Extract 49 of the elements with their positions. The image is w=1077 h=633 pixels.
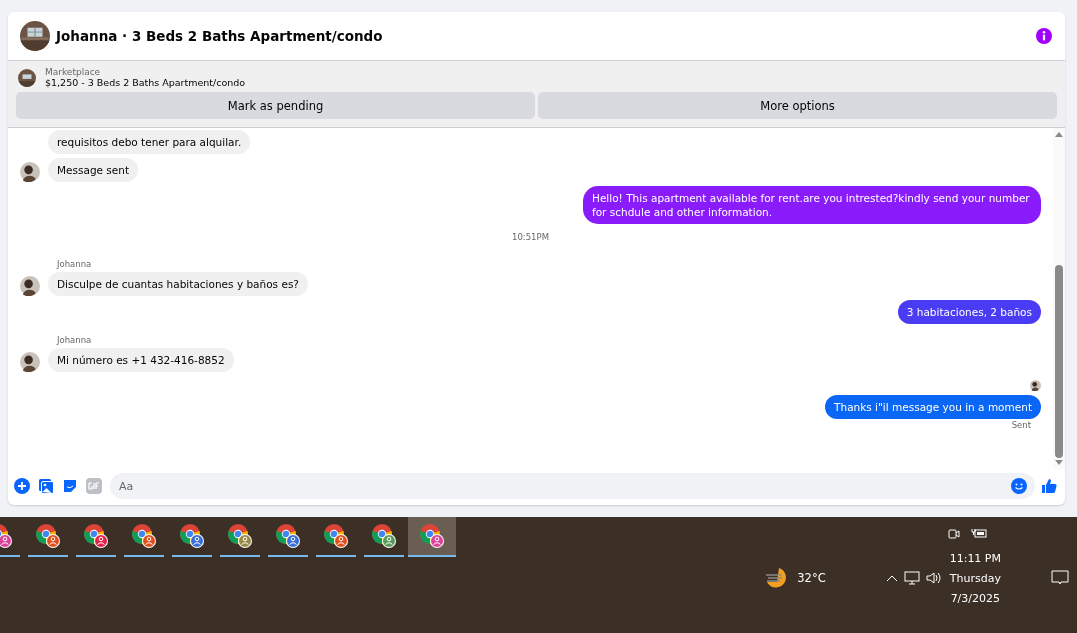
message-field[interactable]: Aa (110, 473, 1035, 499)
sender-name: Johanna (57, 259, 92, 269)
message-bubble: 3 habitaciones, 2 baños (897, 300, 1041, 324)
clock-date[interactable]: 7/3/2025 (950, 591, 1001, 605)
scrollbar-thumb[interactable] (1055, 265, 1063, 458)
sticker-icon[interactable] (62, 478, 78, 494)
message-bubble: Message sent (48, 158, 139, 182)
browser-icon (419, 523, 445, 549)
browser-icon (179, 523, 205, 549)
notification-icon[interactable] (1051, 570, 1069, 586)
browser-icon (323, 523, 349, 549)
browser-icon (83, 523, 109, 549)
action-button[interactable]: More options (538, 92, 1057, 119)
scroll-down-icon[interactable] (1055, 460, 1063, 465)
info-icon[interactable] (1035, 27, 1053, 45)
battery-icon[interactable] (971, 527, 987, 539)
delivery-status: Sent (1011, 420, 1031, 430)
timestamp: 10:51PM (512, 232, 549, 242)
browser-icon (371, 523, 397, 549)
plus-icon[interactable] (14, 478, 30, 494)
scroll-up-icon[interactable] (1055, 132, 1063, 137)
image-icon[interactable] (38, 478, 54, 494)
avatar (20, 276, 40, 296)
browser-taskbar-button[interactable] (408, 517, 456, 557)
browser-icon (275, 523, 301, 549)
avatar (20, 352, 40, 372)
message-bubble: Disculpe de cuantas habitaciones y baños es? (48, 272, 308, 296)
avatar (20, 162, 40, 182)
camera-icon[interactable] (947, 527, 961, 541)
message-bubble: Mi número es +1 432-416-8852 (48, 348, 234, 372)
avatar (1030, 380, 1041, 391)
speaker-icon[interactable] (925, 571, 942, 585)
browser-icon (227, 523, 253, 549)
clock-time[interactable]: 11:11 PM (949, 551, 1001, 565)
message-bubble: Hello! This apartment available for rent.are you intrested?kindly send your number for schdule and other information. (583, 186, 1041, 224)
message-bubble: requisitos debo tener para alquilar. (48, 130, 251, 154)
listing-summary[interactable]: $1,250 - 3 Beds 2 Baths Apartment/condo (45, 77, 246, 88)
chat-title: Johanna · 3 Beds 2 Baths Apartment/condo (56, 28, 384, 44)
chevron-up-icon[interactable] (885, 574, 898, 582)
browser-icon (131, 523, 157, 549)
network-icon[interactable] (903, 571, 920, 585)
sender-name: Johanna (57, 335, 92, 345)
temperature[interactable]: 32°C (797, 571, 826, 585)
listing-source: Marketplace (45, 67, 102, 77)
action-button[interactable]: Mark as pending (16, 92, 535, 119)
clock-day[interactable]: Thursday (949, 571, 1001, 585)
thumbs-up-icon[interactable] (1041, 478, 1057, 494)
browser-icon (35, 523, 61, 549)
message-bubble: Thanks i"il message you in a moment (825, 395, 1041, 419)
